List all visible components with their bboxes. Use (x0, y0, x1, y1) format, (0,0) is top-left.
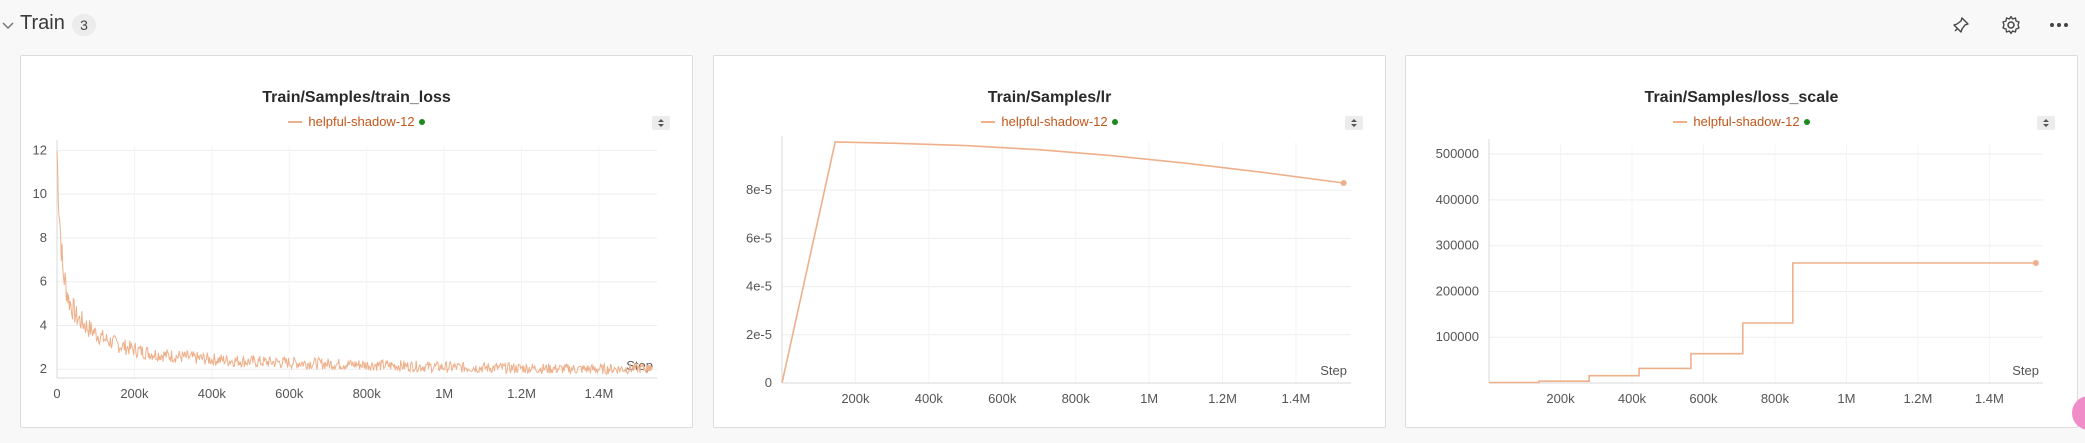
line-chart: 0 2e-5 4e-5 6e-5 8e-5 200k 400k 600k 800k 1M 1.2M 1… (746, 136, 1351, 406)
gear-icon[interactable] (1998, 12, 2024, 38)
y-tick-label: 10 (33, 186, 47, 201)
y-tick-label: 12 (33, 142, 47, 157)
x-tick-label: 1M (435, 386, 453, 401)
series-end-point (1340, 179, 1347, 186)
x-tick-label: 0 (53, 386, 60, 401)
x-tick-label: 1.2M (1903, 391, 1932, 406)
x-axis-label: Step (1320, 363, 1347, 378)
x-tick-label: 800k (1062, 391, 1091, 406)
series-line (56, 150, 650, 376)
y-tick-label: 0 (765, 375, 772, 390)
x-tick-label: 1.2M (507, 386, 536, 401)
x-tick-label: 1M (1140, 391, 1158, 406)
x-tick-label: 200k (1546, 391, 1575, 406)
y-tick-label: 400000 (1436, 192, 1479, 207)
line-chart: 100000 200000 300000 400000 500000 200k 400k 60… (1436, 139, 2043, 406)
y-tick-label: 300000 (1436, 238, 1479, 253)
y-tick-label: 6 (40, 274, 47, 289)
x-tick-label: 1.4M (1281, 391, 1310, 406)
y-tick-label: 2 (40, 361, 47, 376)
y-tick-label: 500000 (1436, 146, 1479, 161)
x-tick-label: 600k (275, 386, 304, 401)
pin-icon[interactable] (1948, 12, 1974, 38)
x-tick-label: 200k (120, 386, 149, 401)
x-tick-label: 400k (1618, 391, 1647, 406)
x-tick-label: 800k (1761, 391, 1790, 406)
x-tick-label: 600k (1689, 391, 1718, 406)
section-header: Train 3 (0, 0, 2085, 50)
series-end-point (646, 365, 653, 372)
y-tick-label: 100000 (1436, 329, 1479, 344)
y-tick-label: 4 (40, 317, 47, 332)
x-tick-label: 1M (1837, 391, 1855, 406)
series-line (1489, 262, 2036, 384)
section-title[interactable]: Train (20, 12, 65, 35)
chart-panel-lr[interactable]: Train/Samples/lr helpful-shadow-12 0 2e-5… (713, 55, 1386, 428)
y-tick-label: 2e-5 (746, 327, 772, 342)
more-icon[interactable] (2046, 12, 2072, 38)
chart-panel-loss-scale[interactable]: Train/Samples/loss_scale helpful-shadow-… (1405, 55, 2078, 428)
chart-panel-train-loss[interactable]: Train/Samples/train_loss helpful-shadow-… (20, 55, 693, 428)
y-tick-label: 8 (40, 230, 47, 245)
x-tick-label: 1.4M (1975, 391, 2004, 406)
y-tick-label: 6e-5 (746, 230, 772, 245)
y-tick-label: 8e-5 (746, 182, 772, 197)
series-end-point (2032, 260, 2039, 267)
x-tick-label: 600k (988, 391, 1017, 406)
y-tick-label: 4e-5 (746, 279, 772, 294)
line-chart: 246810120 200k 400k 600k 800k 1M 1.2M 1.4MStep (33, 140, 657, 401)
x-tick-label: 400k (198, 386, 227, 401)
x-tick-label: 400k (915, 391, 944, 406)
series-line (781, 141, 1344, 384)
x-tick-label: 1.2M (1208, 391, 1237, 406)
x-tick-label: 1.4M (584, 386, 613, 401)
section-count-badge: 3 (72, 14, 96, 36)
x-tick-label: 800k (353, 386, 382, 401)
x-axis-label: Step (2012, 363, 2039, 378)
y-tick-label: 200000 (1436, 283, 1479, 298)
x-tick-label: 200k (841, 391, 870, 406)
chevron-down-icon[interactable] (2, 20, 14, 32)
